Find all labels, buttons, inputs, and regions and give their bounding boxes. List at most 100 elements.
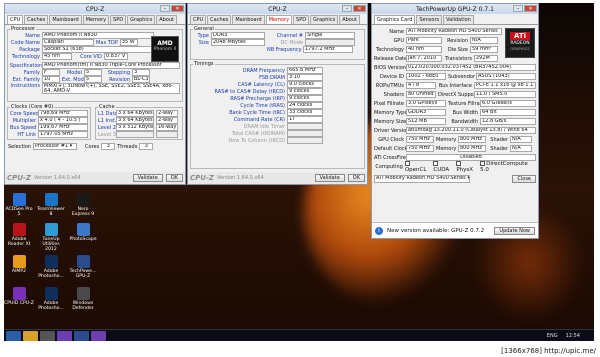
tab-spd[interactable]: SPD <box>293 15 310 24</box>
dc-check[interactable]: DirectCompute 5.0 <box>480 160 536 173</box>
physx-checkbox[interactable] <box>456 160 462 166</box>
desktop-icon-label: PhotoScape <box>69 237 97 242</box>
language-indicator[interactable]: ENG <box>547 333 558 339</box>
cpuz-footer: CPU-Z Version 1.64.0.x64 Validate OK <box>188 172 367 184</box>
desktop-icon-adobe-reader[interactable]: Adobe Reader XI <box>4 223 34 247</box>
cuda-checkbox[interactable] <box>433 160 439 166</box>
tab-graphics-card[interactable]: Graphics Card <box>374 15 416 24</box>
app-taskbar-icon[interactable] <box>40 330 55 341</box>
diesize-value: 59 mm² <box>470 46 498 53</box>
instructions-value: MMX(+), 3DNow!(+), SSE, SSE2, SSE3, SSE4… <box>42 83 180 94</box>
instructions-label: Instructions <box>10 83 40 89</box>
codename-label: Code Name <box>10 39 40 46</box>
minimize-button[interactable]: – <box>513 5 523 12</box>
desktop-icon-nero[interactable]: Nero Express 9 <box>68 193 98 217</box>
desktop-icon-photoshop[interactable]: Adobe Photosho... <box>36 255 66 279</box>
tab-cpu[interactable]: CPU <box>190 15 207 24</box>
acdsee-icon <box>12 193 26 206</box>
desktop-icon-photoscape[interactable]: PhotoScape <box>68 223 98 242</box>
desktop-icon-cpuz[interactable]: CPUID CPU-Z <box>4 287 34 306</box>
multiplier-value: x 4.0 ( 4 - 10.5 ) <box>38 117 88 124</box>
desktop-icon-aimp2[interactable]: AIMP2 <box>4 255 34 274</box>
desktop-icon-tuneup[interactable]: TuneUp Utilities 2012 <box>36 223 66 252</box>
teamviewer-icon <box>44 193 58 206</box>
l1i-way: 2-way <box>156 117 178 124</box>
title-bar[interactable]: CPU-Z – ✕ <box>188 4 367 14</box>
desktop-icon-acdsee[interactable]: ACDSee Pro 5 <box>4 193 34 217</box>
ie-taskbar-icon[interactable] <box>6 330 21 341</box>
tab-cpu[interactable]: CPU <box>7 15 24 24</box>
ok-button[interactable]: OK <box>347 174 365 182</box>
gpu-select[interactable]: ATI Mobility Radeon HD 5400 Series ▾ <box>374 174 470 183</box>
dcmode-label: DC Mode <box>280 39 303 46</box>
clock[interactable]: 12:54 <box>566 333 580 339</box>
close-gpuz-button[interactable]: Close <box>512 174 536 183</box>
desktop-icon-label: Windows Defender <box>72 301 94 311</box>
tab-mainboard[interactable]: Mainboard <box>49 15 82 24</box>
processor-select-value: Processor #1 <box>35 143 69 150</box>
pixelfill-value: 3.0 GPixel/s <box>406 100 446 107</box>
gpuz-window: TechPowerUp GPU-Z 0.7.1 – ✕ Graphics Card… <box>371 3 539 239</box>
validate-button[interactable]: Validate <box>314 174 345 182</box>
minimize-button[interactable]: – <box>342 5 352 12</box>
timings-legend: Timings <box>194 61 214 67</box>
gpuz-icon <box>76 255 90 268</box>
explorer-taskbar-icon[interactable] <box>23 330 38 341</box>
tab-about[interactable]: About <box>339 15 360 24</box>
cpuz2-taskbar-icon[interactable] <box>91 330 106 341</box>
photoshop-icon <box>44 255 58 268</box>
close-button[interactable]: ✕ <box>353 5 366 12</box>
tab-caches[interactable]: Caches <box>24 15 49 24</box>
diesize-label: Die Size <box>447 46 468 53</box>
gpu-name-label: Name <box>389 28 404 35</box>
cache-legend: Cache <box>99 104 115 110</box>
gpuz-taskbar-icon[interactable] <box>74 330 89 341</box>
shaders-value: 80 Unified <box>406 91 436 98</box>
channel-label: Channel # <box>276 32 303 39</box>
tuneup-icon <box>44 223 58 236</box>
close-button[interactable]: ✕ <box>171 5 184 12</box>
cpuz-taskbar-icon[interactable] <box>57 330 72 341</box>
extfamily-label: Ext. Family <box>12 76 40 83</box>
tab-mainboard[interactable]: Mainboard <box>232 15 265 24</box>
version-text: Version 1.64.0.x64 <box>216 175 264 181</box>
tab-memory[interactable]: Memory <box>265 15 293 24</box>
type-label: Type <box>197 32 209 39</box>
size-value: 2048 MBytes <box>211 39 265 46</box>
physx-check[interactable]: PhysX <box>456 160 478 173</box>
desktop-icon-label: Nero Express 9 <box>71 207 95 217</box>
tab-caches[interactable]: Caches <box>207 15 232 24</box>
desktop-icon-label: TuneUp Utilities 2012 <box>42 237 60 252</box>
ok-button[interactable]: OK <box>165 174 183 182</box>
shaderclock-label: Shader <box>490 136 508 143</box>
tab-graphics[interactable]: Graphics <box>310 15 339 24</box>
tab-spd[interactable]: SPD <box>110 15 127 24</box>
tab-validation[interactable]: Validation <box>443 15 474 24</box>
desktop-icon-defender[interactable]: Windows Defender <box>68 287 98 311</box>
tab-memory[interactable]: Memory <box>82 15 110 24</box>
cuda-label: CUDA <box>433 166 450 173</box>
opencl-checkbox[interactable] <box>404 160 410 166</box>
cuda-check[interactable]: CUDA <box>433 160 454 173</box>
update-now-button[interactable]: Update Now <box>494 226 535 235</box>
close-button[interactable]: ✕ <box>524 5 537 12</box>
desktop-icon-teamviewer[interactable]: TeamViewer 8 <box>36 193 66 217</box>
opencl-check[interactable]: OpenCL <box>404 160 432 173</box>
title-bar[interactable]: CPU-Z – ✕ <box>5 4 185 14</box>
validate-button[interactable]: Validate <box>132 174 163 182</box>
desktop-icon-photoshop-2[interactable]: Adobe Photosho... <box>36 287 66 311</box>
minimize-button[interactable]: – <box>160 5 170 12</box>
gpu-revision-label: Revision <box>447 37 468 44</box>
cpuz-footer: CPU-Z Version 1.64.0.x64 Validate OK <box>5 172 185 184</box>
gpuclock-value: 750 MHz <box>406 136 434 143</box>
desktop-icon-gpuz[interactable]: TechPowe... GPU-Z <box>68 255 98 279</box>
fsb-value: 3:10 <box>287 74 323 81</box>
processor-select[interactable]: Processor #1 ▾ <box>33 143 78 150</box>
tab-strip: CPU Caches Mainboard Memory SPD Graphics… <box>5 14 185 25</box>
dc-checkbox[interactable] <box>480 160 486 166</box>
tab-graphics[interactable]: Graphics <box>127 15 156 24</box>
tab-about[interactable]: About <box>156 15 177 24</box>
tab-sensors[interactable]: Sensors <box>416 15 443 24</box>
title-bar[interactable]: TechPowerUp GPU-Z 0.7.1 – ✕ <box>372 4 538 14</box>
channel-value: Single <box>305 32 355 39</box>
